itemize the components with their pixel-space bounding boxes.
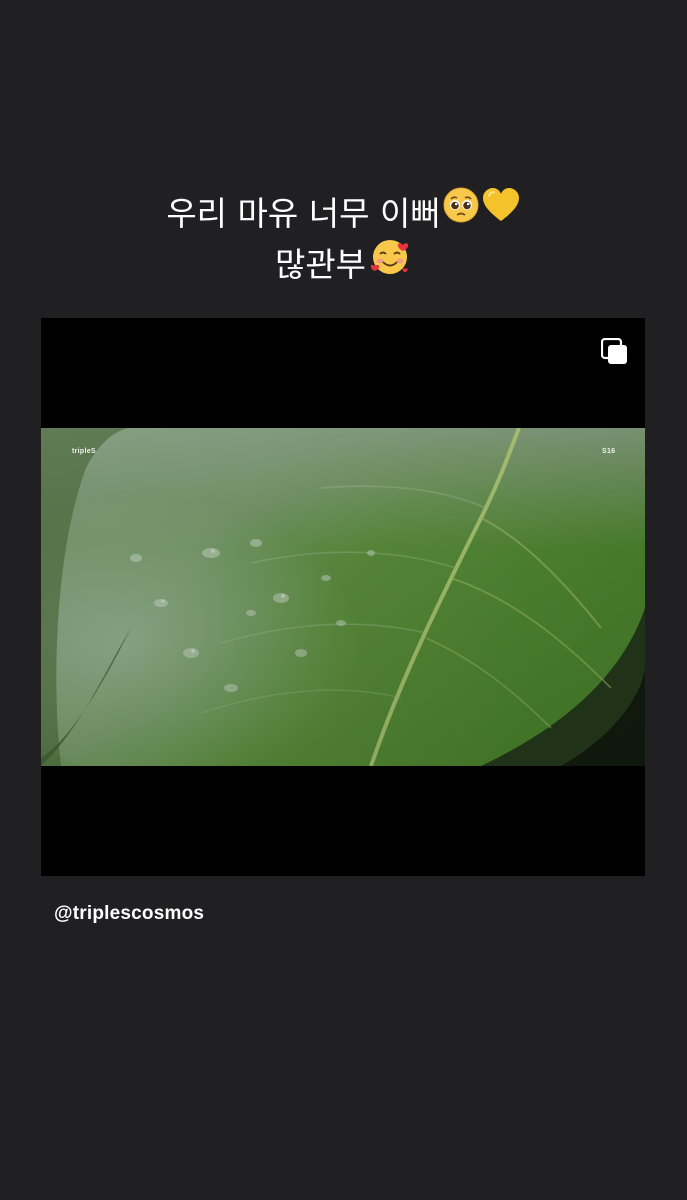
story-caption: 우리 마유 너무 이뻐 많관부: [0, 187, 687, 293]
story-screen: 우리 마유 너무 이뻐 많관부 tripleS S16 @triplescosm…: [0, 0, 687, 1200]
caption-line-2: 많관부: [0, 240, 687, 293]
pleading-face-emoji-icon: [443, 187, 479, 236]
caption-line-1-text: 우리 마유 너무 이뻐: [166, 194, 441, 233]
post-media-leaf-image: tripleS S16: [41, 428, 645, 766]
caption-line-1: 우리 마유 너무 이뻐: [0, 187, 687, 240]
smiling-face-with-hearts-emoji-icon: [368, 236, 412, 289]
shared-post-card[interactable]: tripleS S16: [41, 318, 645, 876]
account-mention-link[interactable]: @triplescosmos: [54, 903, 204, 925]
yellow-heart-emoji-icon: [481, 187, 521, 236]
leaf-closeup-picture: [41, 428, 645, 766]
caption-line-2-text: 많관부: [274, 245, 367, 284]
video-watermark-right: S16: [602, 448, 616, 455]
video-watermark-left: tripleS: [72, 448, 96, 455]
carousel-copy-icon: [601, 338, 627, 364]
